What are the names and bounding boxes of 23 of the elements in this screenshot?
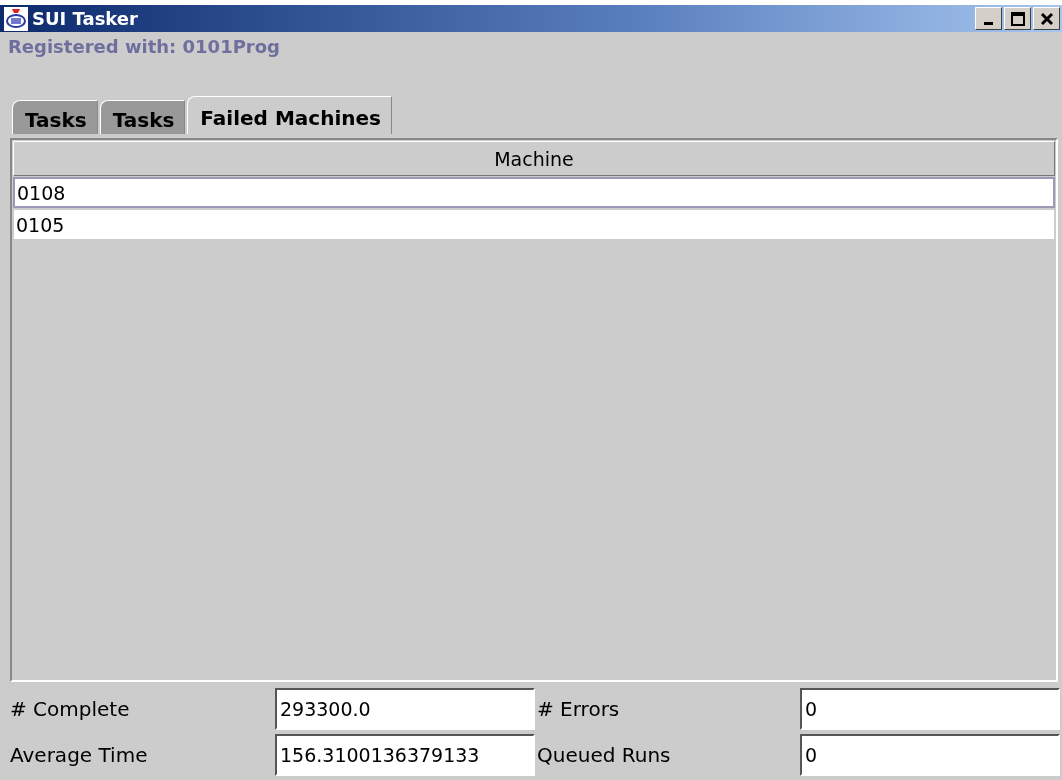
tab[interactable]: Tasks: [99, 100, 186, 134]
stat-label: Average Time: [10, 742, 149, 769]
close-button[interactable]: [1033, 7, 1060, 30]
stat-label: # Complete: [10, 696, 131, 723]
maximize-button[interactable]: [1004, 7, 1031, 30]
minimize-icon: [984, 21, 993, 25]
tab[interactable]: Tasks: [12, 100, 98, 134]
table-row[interactable]: 0108: [13, 177, 1055, 208]
table-row[interactable]: 0105: [13, 209, 1055, 240]
close-icon: [1038, 10, 1055, 27]
stat-field[interactable]: 156.3100136379133: [275, 734, 535, 776]
maximize-icon: [1009, 10, 1026, 27]
stat-label: # Errors: [537, 696, 621, 723]
stat-field[interactable]: 0: [800, 734, 1060, 776]
registration-label: Registered with: 0101Prog: [7, 35, 281, 59]
tab[interactable]: Failed Machines: [187, 96, 392, 134]
column-header[interactable]: Machine: [13, 141, 1055, 176]
stat-field[interactable]: 0: [800, 688, 1060, 730]
stat-field[interactable]: 293300.0: [275, 688, 535, 730]
stat-label: Queued Runs: [537, 742, 672, 769]
window-title: SUI Tasker: [32, 8, 139, 29]
app-icon: [4, 6, 28, 31]
minimize-button[interactable]: [975, 7, 1002, 30]
